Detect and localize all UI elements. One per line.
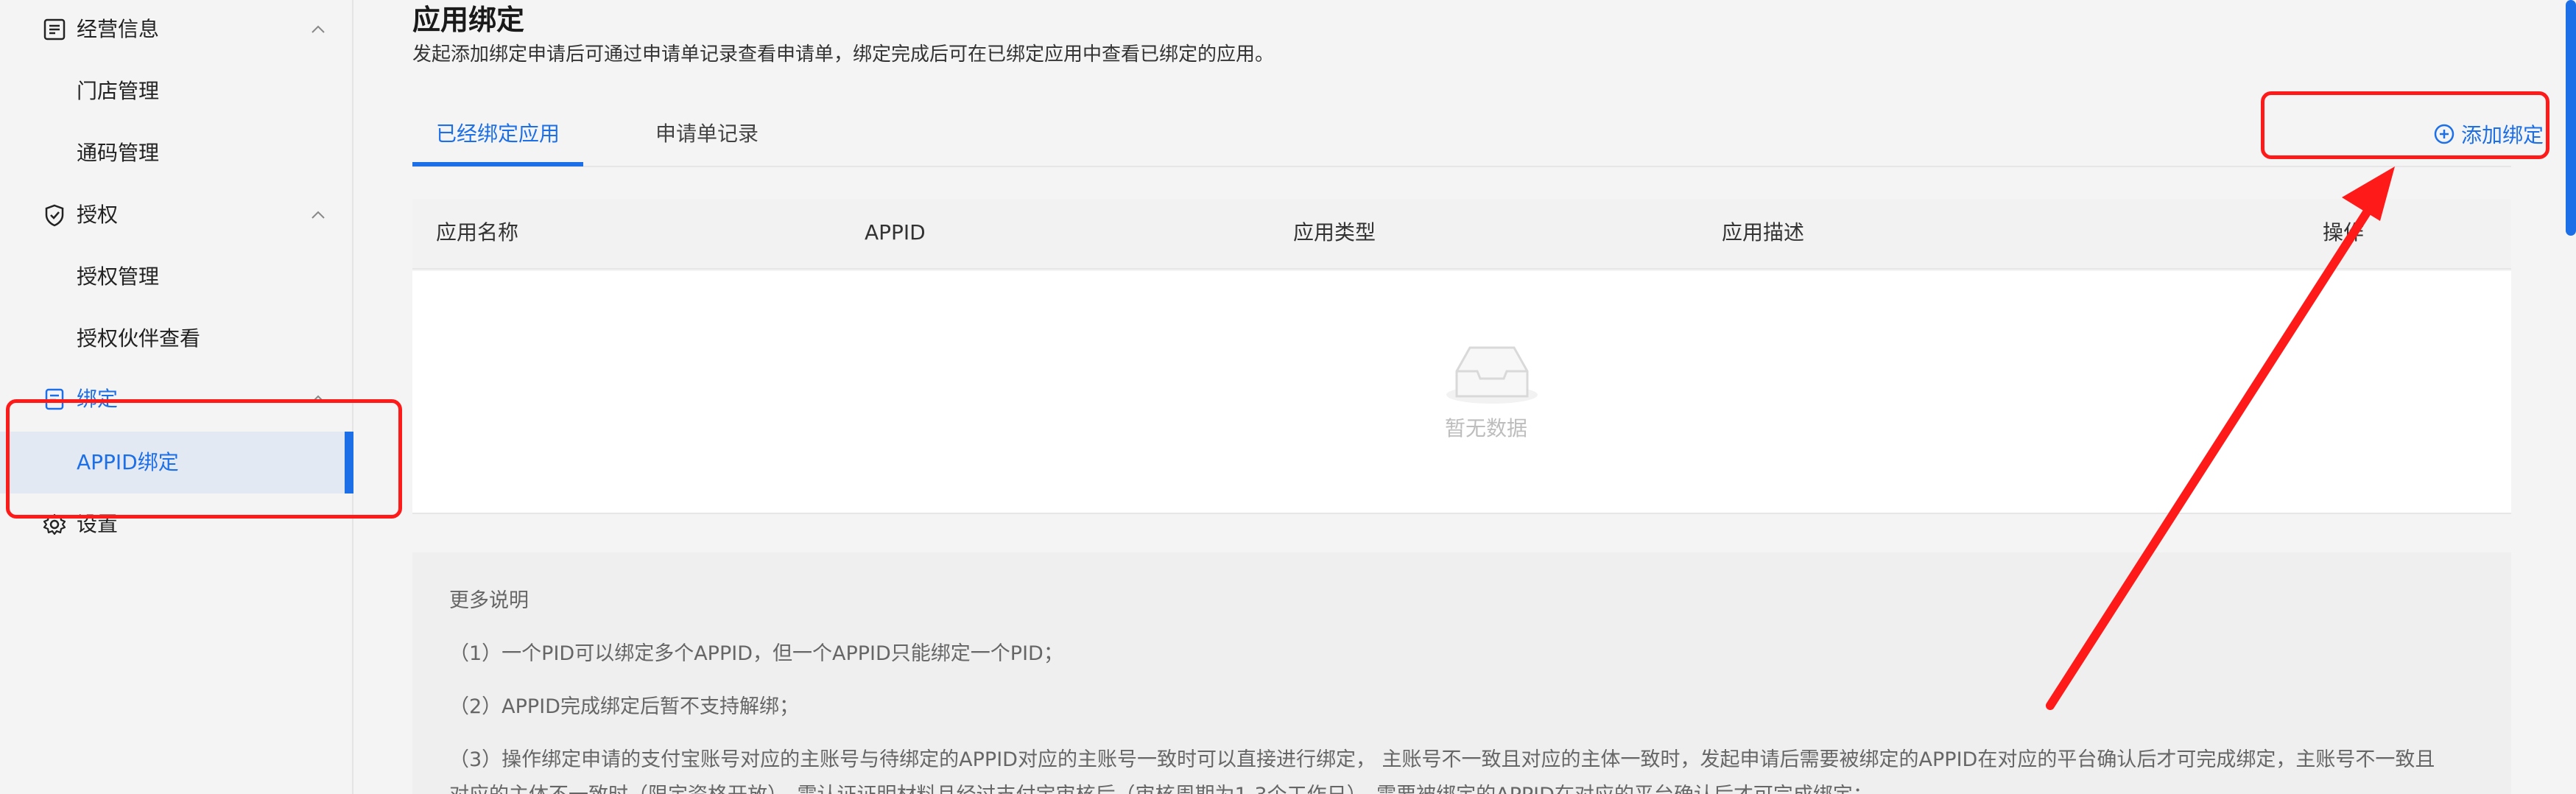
sidebar-item-code-management[interactable]: 通码管理	[0, 122, 353, 184]
sidebar-group-label: 经营信息	[77, 17, 160, 41]
annotation-box-add-binding	[2261, 91, 2549, 159]
table-header: 应用名称 APPID 应用类型 应用描述 操作	[412, 199, 2511, 270]
tab-application-records[interactable]: 申请单记录	[655, 119, 759, 149]
page-title: 应用绑定	[412, 4, 525, 36]
note-item: 对应的主体不一致时（限定资格开放），需认证证明材料且经过支付宝审核后（审核周期为…	[449, 781, 1873, 794]
empty-state-text: 暂无数据	[1445, 416, 1528, 440]
list-icon	[43, 18, 66, 41]
sidebar: 经营信息 门店管理 通码管理 授权 授权管理 授权伙伴查看 绑定 APPID绑定…	[0, 0, 353, 794]
shield-check-icon	[45, 204, 64, 227]
vertical-scrollbar[interactable]	[2566, 0, 2576, 236]
column-appid: APPID	[865, 220, 926, 245]
column-app-type: 应用类型	[1293, 220, 1376, 245]
sidebar-item-label: 授权管理	[77, 264, 160, 289]
column-app-description: 应用描述	[1722, 220, 1805, 245]
table-body: 暂无数据	[412, 271, 2511, 514]
notes-title: 更多说明	[449, 589, 529, 612]
notes-panel: 更多说明 （1）一个PID可以绑定多个APPID，但一个APPID只能绑定一个P…	[412, 552, 2511, 794]
sidebar-item-label: 门店管理	[77, 79, 160, 103]
sidebar-item-label: 授权伙伴查看	[77, 326, 201, 351]
tab-bound-apps[interactable]: 已经绑定应用	[436, 119, 560, 149]
sidebar-group-authorization[interactable]: 授权	[0, 186, 353, 245]
sidebar-item-store-management[interactable]: 门店管理	[0, 60, 353, 122]
chevron-up-icon	[312, 211, 325, 219]
sidebar-item-label: 通码管理	[77, 141, 160, 165]
page-description: 发起添加绑定申请后可通过申请单记录查看申请单，绑定完成后可在已绑定应用中查看已绑…	[412, 43, 1275, 66]
column-app-name: 应用名称	[436, 220, 519, 245]
note-item: （2）APPID完成绑定后暂不支持解绑；	[449, 695, 799, 718]
note-item: （3）操作绑定申请的支付宝账号对应的主账号与待绑定的APPID对应的主账号一致时…	[449, 748, 2435, 771]
sidebar-item-auth-management[interactable]: 授权管理	[0, 246, 353, 308]
sidebar-group-label: 授权	[77, 203, 119, 227]
tab-active-underline	[412, 162, 583, 166]
annotation-box-appid-binding	[6, 399, 402, 519]
sidebar-group-business-info[interactable]: 经营信息	[0, 0, 353, 59]
chevron-up-icon	[312, 25, 325, 33]
empty-inbox-icon	[1446, 346, 1538, 404]
column-operation: 操作	[2323, 220, 2365, 245]
tabs-divider	[412, 166, 2511, 167]
note-item: （1）一个PID可以绑定多个APPID，但一个APPID只能绑定一个PID；	[449, 642, 1063, 665]
sidebar-item-auth-partner[interactable]: 授权伙伴查看	[0, 308, 353, 370]
